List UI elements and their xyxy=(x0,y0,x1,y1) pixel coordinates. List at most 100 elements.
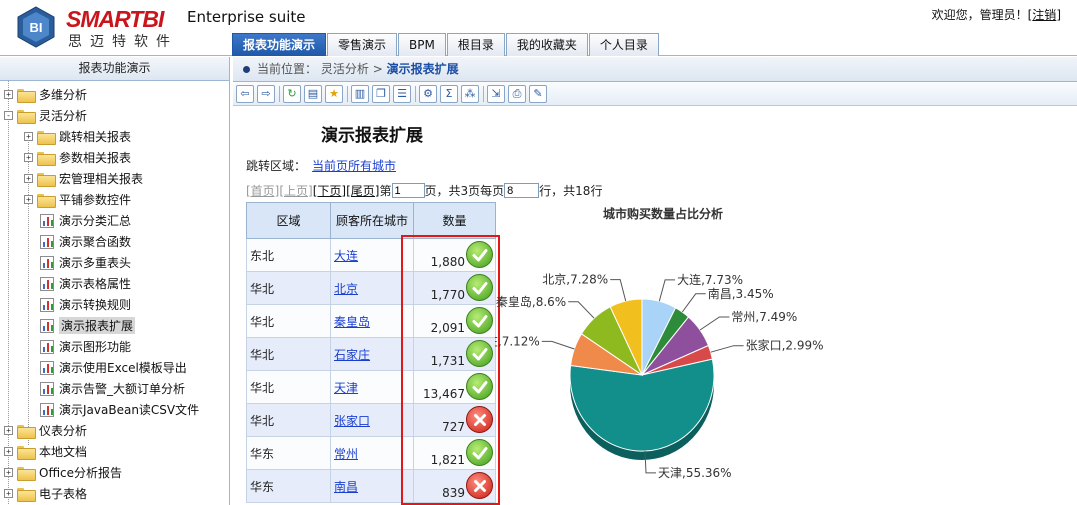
cell-city: 秦皇岛 xyxy=(330,304,414,338)
smartbi-logo-icon: BI xyxy=(17,6,55,48)
export-icon[interactable]: ⇲ xyxy=(487,84,505,103)
tree-item-2[interactable]: + 跳转相关报表 xyxy=(24,126,131,147)
tree-item-3[interactable]: + 参数相关报表 xyxy=(24,147,131,168)
tree-item-19[interactable]: + 电子表格 xyxy=(4,483,87,504)
city-link[interactable]: 天津 xyxy=(334,381,358,395)
tree-item-label: 多维分析 xyxy=(39,88,88,102)
filter-icon[interactable]: ☰ xyxy=(393,84,411,103)
cell-quantity: 1,731 xyxy=(413,337,496,371)
logout-link[interactable]: 注销 xyxy=(1032,8,1056,22)
tree-item-15[interactable]: 演示JavaBean读CSV文件 xyxy=(40,399,199,420)
expand-icon[interactable]: + xyxy=(24,195,33,204)
pager-first: [首页] xyxy=(246,184,280,198)
tree-item-17[interactable]: + 本地文档 xyxy=(4,441,87,462)
tree-item-13[interactable]: 演示使用Excel模板导出 xyxy=(40,357,187,378)
expand-icon[interactable]: + xyxy=(4,447,13,456)
tree-item-label: 灵活分析 xyxy=(39,109,88,123)
tree-item-label: 仪表分析 xyxy=(39,424,88,438)
tab-0[interactable]: 报表功能演示 xyxy=(232,33,327,56)
tree-item-18[interactable]: + Office分析报告 xyxy=(4,462,122,483)
app-header: BI SMARTBI 思迈特软件 Enterprise suite 欢迎您，管理… xyxy=(0,0,1077,56)
cell-quantity: 13,467 xyxy=(413,370,496,404)
tree-item-label: 演示JavaBean读CSV文件 xyxy=(59,403,200,417)
back-icon[interactable]: ⇦ xyxy=(236,84,254,103)
chart-icon[interactable]: ▥ xyxy=(351,84,369,103)
forward-icon[interactable]: ⇨ xyxy=(257,84,275,103)
tree-item-4[interactable]: + 宏管理相关报表 xyxy=(24,168,143,189)
tab-2[interactable]: BPM xyxy=(398,33,446,56)
city-link[interactable]: 南昌 xyxy=(334,480,358,494)
cell-quantity: 2,091 xyxy=(413,304,496,338)
toolbar-separator xyxy=(347,85,348,102)
tree-item-9[interactable]: 演示表格属性 xyxy=(40,273,131,294)
expand-icon[interactable]: + xyxy=(24,153,33,162)
refresh-icon[interactable]: ↻ xyxy=(283,84,301,103)
expand-icon[interactable]: + xyxy=(24,132,33,141)
city-link[interactable]: 秦皇岛 xyxy=(334,315,370,329)
jump-link[interactable]: 当前页所有城市 xyxy=(312,159,396,173)
folder-icon xyxy=(17,487,36,502)
tab-5[interactable]: 个人目录 xyxy=(588,33,659,56)
favorite-icon[interactable]: ★ xyxy=(325,84,343,103)
folder-icon xyxy=(17,88,36,103)
cell-region: 华东 xyxy=(246,436,331,470)
tree-item-6[interactable]: 演示分类汇总 xyxy=(40,210,131,231)
city-link[interactable]: 北京 xyxy=(334,282,358,296)
city-link[interactable]: 石家庄 xyxy=(334,348,370,362)
cell-city: 天津 xyxy=(330,370,414,404)
report-table: 区域 顾客所在城市 数量 东北 大连 1,880 华北 北京 1,770 华北 秦皇岛 2,09… xyxy=(246,202,496,503)
city-link[interactable]: 大连 xyxy=(334,249,358,263)
cell-city: 北京 xyxy=(330,271,414,305)
tree-item-8[interactable]: 演示多重表头 xyxy=(40,252,131,273)
copy-icon[interactable]: ❐ xyxy=(372,84,390,103)
sum-icon[interactable]: Σ xyxy=(440,84,458,103)
rows-per-page-input[interactable] xyxy=(504,183,540,198)
expand-icon[interactable]: + xyxy=(4,468,13,477)
sidebar-title: 报表功能演示 xyxy=(0,57,229,81)
page-number-input[interactable] xyxy=(391,183,425,198)
quantity-value: 13,467 xyxy=(423,387,465,401)
edit-icon[interactable]: ✎ xyxy=(529,84,547,103)
tree-item-label: 跳转相关报表 xyxy=(59,130,132,144)
tree-item-label: 本地文档 xyxy=(39,445,88,459)
cross-icon xyxy=(466,472,493,499)
tree-item-12[interactable]: 演示图形功能 xyxy=(40,336,131,357)
tree-item-10[interactable]: 演示转换规则 xyxy=(40,294,131,315)
city-link[interactable]: 常州 xyxy=(334,447,358,461)
expand-icon[interactable]: + xyxy=(24,174,33,183)
cell-region: 华北 xyxy=(246,403,331,437)
cell-region: 华北 xyxy=(246,304,331,338)
params-icon[interactable]: ⁂ xyxy=(461,84,479,103)
tree-item-5[interactable]: + 平铺参数控件 xyxy=(24,189,131,210)
pie-label: 秦皇岛,8.6% xyxy=(496,294,566,309)
tree-item-0[interactable]: + 多维分析 xyxy=(4,84,87,105)
pager-next[interactable]: [下页] xyxy=(313,182,346,199)
breadcrumb-parent[interactable]: 灵活分析 xyxy=(321,62,369,76)
tree-item-1[interactable]: - 灵活分析 xyxy=(4,105,87,126)
tree-item-11[interactable]: 演示报表扩展 xyxy=(40,315,136,336)
tree-item-label: 演示报表扩展 xyxy=(59,317,136,334)
tab-1[interactable]: 零售演示 xyxy=(327,33,398,56)
print-icon[interactable]: ⎙ xyxy=(508,84,526,103)
city-link[interactable]: 张家口 xyxy=(334,414,370,428)
brand-name: SMARTBI xyxy=(66,6,164,32)
pager-last[interactable]: [尾页] xyxy=(346,182,379,199)
chart-title: 城市购买数量占比分析 xyxy=(603,207,724,221)
tab-4[interactable]: 我的收藏夹 xyxy=(505,33,588,56)
tree-item-14[interactable]: 演示告警_大额订单分析 xyxy=(40,378,185,399)
pager-page-label: 第 xyxy=(379,184,392,198)
table-body: 东北 大连 1,880 华北 北京 1,770 华北 秦皇岛 2,091 华北 石家庄 1,731 华北… xyxy=(246,238,496,503)
pager-total-pages: 页，共3页 xyxy=(424,184,481,198)
tree-item-16[interactable]: + 仪表分析 xyxy=(4,420,87,441)
collapse-icon[interactable]: - xyxy=(4,111,13,120)
settings-icon[interactable]: ⚙ xyxy=(419,84,437,103)
expand-icon[interactable]: + xyxy=(4,90,13,99)
tab-3[interactable]: 根目录 xyxy=(446,33,505,56)
save-icon[interactable]: ▤ xyxy=(304,84,322,103)
breadcrumb-bullet-icon xyxy=(243,66,250,73)
report-icon xyxy=(40,381,54,396)
expand-icon[interactable]: + xyxy=(4,489,13,498)
tree-item-7[interactable]: 演示聚合函数 xyxy=(40,231,131,252)
expand-icon[interactable]: + xyxy=(4,426,13,435)
folder-icon xyxy=(17,424,36,439)
